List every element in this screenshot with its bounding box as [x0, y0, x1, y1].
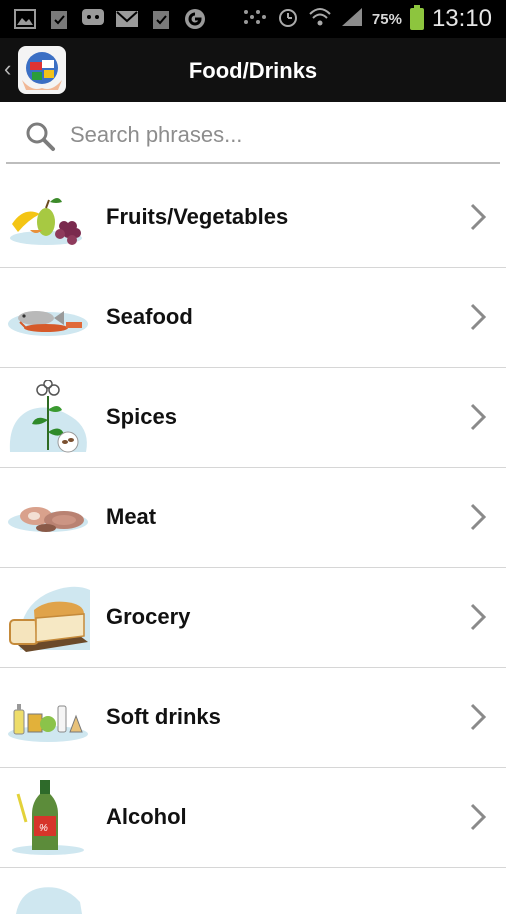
notification-icons	[12, 7, 208, 31]
list-item-label: Grocery	[106, 604, 191, 629]
alarm-icon	[276, 5, 300, 34]
seafood-icon	[6, 280, 92, 356]
search-icon	[24, 120, 56, 152]
clipboard-icon	[148, 7, 174, 31]
list-item-label: Fruits/Vegetables	[106, 204, 289, 229]
gmail-icon	[114, 7, 140, 31]
chevron-right-icon	[468, 402, 488, 432]
list-item-soft-drinks[interactable]: Soft drinks	[0, 668, 506, 768]
chevron-right-icon	[468, 702, 488, 732]
system-icons: 75% 13:10	[242, 0, 492, 38]
search-bar	[6, 106, 500, 164]
list-item-label: Alcohol	[106, 804, 187, 829]
meat-icon	[6, 480, 92, 556]
clipboard-icon	[46, 7, 72, 31]
list-item-label: Soft drinks	[106, 704, 221, 729]
clock: 13:10	[431, 5, 492, 32]
list-item-spices[interactable]: Spices	[0, 368, 506, 468]
google-icon	[182, 7, 208, 31]
list-item-meat[interactable]: Meat	[0, 468, 506, 568]
svg-text:%: %	[39, 823, 48, 834]
list-item-label: Meat	[106, 504, 157, 529]
bottle-icon: %	[6, 776, 92, 856]
dots-icon	[242, 7, 268, 32]
list-item-seafood[interactable]: Seafood	[0, 268, 506, 368]
search-input[interactable]	[68, 116, 492, 154]
action-bar: ‹ Food/Drinks	[0, 38, 506, 102]
battery-percentage: 75%	[371, 10, 402, 28]
fruits-icon	[6, 180, 92, 256]
list-item-label: Seafood	[106, 304, 193, 329]
list-item-grocery[interactable]: Grocery	[0, 568, 506, 668]
soft-drinks-icon	[6, 680, 92, 756]
page-title: Food/Drinks	[188, 58, 318, 83]
list-item-alcohol[interactable]: % Alcohol	[0, 768, 506, 868]
chevron-right-icon	[468, 602, 488, 632]
image-icon	[12, 7, 38, 31]
battery-icon	[409, 5, 424, 30]
list-item-partial[interactable]	[0, 868, 506, 914]
signal-icon	[340, 6, 364, 33]
list-item-fruits-vegetables[interactable]: Fruits/Vegetables	[0, 168, 506, 268]
chevron-right-icon	[468, 802, 488, 832]
chevron-right-icon	[468, 502, 488, 532]
chat-icon	[80, 7, 106, 31]
list-item-label: Spices	[106, 404, 177, 429]
category-list: Fruits/Vegetables Seafood Spices Meat Gr…	[0, 168, 506, 868]
chevron-right-icon	[468, 202, 488, 232]
chevron-right-icon	[468, 302, 488, 332]
partial-thumb-icon	[16, 887, 82, 914]
wifi-icon	[308, 6, 332, 33]
bread-icon	[6, 580, 92, 656]
spices-icon	[6, 379, 92, 456]
status-bar: 75% 13:10	[0, 0, 506, 38]
